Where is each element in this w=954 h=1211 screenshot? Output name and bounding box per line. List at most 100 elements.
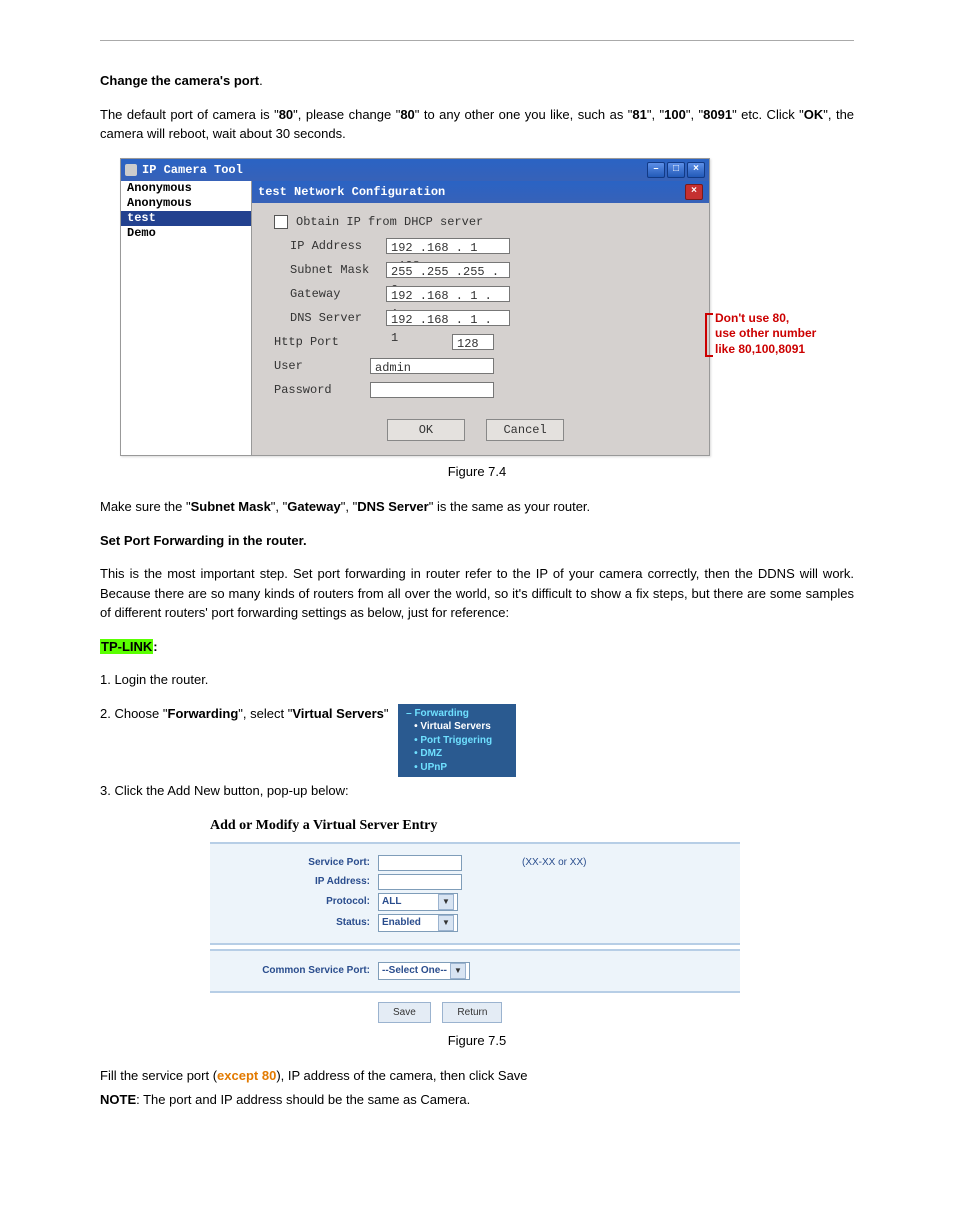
t: :: [153, 639, 157, 654]
t: " is the same as your router.: [429, 499, 590, 514]
paragraph: Make sure the "Subnet Mask", "Gateway", …: [100, 497, 854, 517]
t: ": [384, 706, 389, 721]
t: 100: [664, 107, 686, 122]
t: Virtual Servers: [292, 706, 384, 721]
step-2: 2. Choose "Forwarding", select "Virtual …: [100, 706, 392, 721]
t: Gateway: [287, 499, 340, 514]
forwarding-menu: – Forwarding • Virtual Servers • Port Tr…: [398, 704, 516, 778]
cancel-button[interactable]: Cancel: [486, 419, 564, 441]
t: : The port and IP address should be the …: [136, 1092, 470, 1107]
t: OK: [804, 107, 824, 122]
figure-7-5-caption: Figure 7.5: [100, 1031, 854, 1051]
dialog-titlebar[interactable]: test Network Configuration ×: [252, 181, 709, 203]
t: 2. Choose ": [100, 706, 168, 721]
menu-item-virtual-servers[interactable]: • Virtual Servers: [406, 720, 510, 734]
section1-heading: Change the camera's port: [100, 73, 259, 88]
t: DNS Server: [357, 499, 429, 514]
t: NOTE: [100, 1092, 136, 1107]
t: The default port of camera is ": [100, 107, 279, 122]
section3-heading: Set Port Forwarding in the router.: [100, 531, 854, 551]
port-annotation: Don't use 80, use other number like 80,1…: [715, 311, 835, 358]
device-list[interactable]: Anonymous Anonymous test Demo: [121, 181, 252, 455]
list-item[interactable]: Demo: [121, 226, 251, 241]
status-select[interactable]: Enabled ▼: [378, 914, 458, 932]
step-1: 1. Login the router.: [100, 670, 854, 690]
ip-camera-tool-window: IP Camera Tool – □ × Anonymous Anonymous…: [120, 158, 710, 456]
ok-button[interactable]: OK: [387, 419, 465, 441]
t: ", ": [647, 107, 664, 122]
menu-item-dmz[interactable]: • DMZ: [406, 747, 510, 761]
t: 80: [279, 107, 293, 122]
ip-input[interactable]: 192 .168 . 1 .128: [386, 238, 510, 254]
service-port-input[interactable]: [378, 855, 462, 871]
dialog-title: test Network Configuration: [258, 183, 445, 201]
t: 80: [400, 107, 414, 122]
mask-label: Subnet Mask: [290, 261, 386, 279]
list-item[interactable]: Anonymous: [121, 181, 251, 196]
mask-input[interactable]: 255 .255 .255 . 0: [386, 262, 510, 278]
menu-item-upnp[interactable]: • UPnP: [406, 761, 510, 775]
t: ALL: [382, 894, 401, 909]
gateway-input[interactable]: 192 .168 . 1 . 1: [386, 286, 510, 302]
port-label: Http Port: [274, 333, 370, 351]
list-item[interactable]: Anonymous: [121, 196, 251, 211]
common-service-port-select[interactable]: --Select One--▼: [378, 962, 470, 980]
t: Make sure the ": [100, 499, 191, 514]
t: " to any other one you like, such as ": [415, 107, 633, 122]
dns-input[interactable]: 192 .168 . 1 . 1: [386, 310, 510, 326]
app-icon: [125, 164, 137, 176]
t: ), IP address of the camera, then click …: [276, 1068, 527, 1083]
password-input[interactable]: [370, 382, 494, 398]
status-label: Status:: [210, 915, 378, 930]
t: Subnet Mask: [191, 499, 271, 514]
http-port-input[interactable]: 128: [452, 334, 494, 350]
service-port-label: Service Port:: [210, 855, 378, 870]
window-titlebar[interactable]: IP Camera Tool – □ ×: [121, 159, 709, 181]
virtual-server-form: Add or Modify a Virtual Server Entry Ser…: [210, 815, 740, 1025]
t: ", ": [341, 499, 357, 514]
close-button[interactable]: ×: [687, 162, 705, 178]
protocol-select[interactable]: ALL ▼: [378, 893, 458, 911]
t: Fill the service port (: [100, 1068, 217, 1083]
tail-note: NOTE: The port and IP address should be …: [100, 1090, 854, 1110]
gateway-label: Gateway: [290, 285, 386, 303]
intro-paragraph: The default port of camera is "80", plea…: [100, 105, 854, 144]
maximize-button[interactable]: □: [667, 162, 685, 178]
step-3: 3. Click the Add New button, pop-up belo…: [100, 781, 854, 801]
csp-label: Common Service Port:: [210, 963, 378, 978]
password-label: Password: [274, 381, 370, 399]
t: Enabled: [382, 915, 421, 930]
dhcp-label: Obtain IP from DHCP server: [296, 213, 483, 231]
t: ", select ": [238, 706, 292, 721]
dns-label: DNS Server: [290, 309, 386, 327]
t: Forwarding: [414, 708, 468, 719]
minimize-button[interactable]: –: [647, 162, 665, 178]
t: ", ": [686, 107, 703, 122]
close-icon[interactable]: ×: [685, 184, 703, 200]
network-config-dialog: test Network Configuration × Obtain IP f…: [252, 181, 709, 455]
t: Don't use 80,: [715, 311, 835, 327]
list-item[interactable]: test: [121, 211, 251, 226]
chevron-down-icon: ▼: [450, 963, 466, 979]
t: 8091: [703, 107, 732, 122]
menu-item-port-triggering[interactable]: • Port Triggering: [406, 734, 510, 748]
return-button[interactable]: Return: [442, 1002, 502, 1023]
save-button[interactable]: Save: [378, 1002, 431, 1023]
window-title: IP Camera Tool: [142, 161, 243, 179]
tp-link-label: TP-LINK: [100, 639, 153, 654]
chevron-down-icon: ▼: [438, 894, 454, 910]
protocol-label: Protocol:: [210, 894, 378, 909]
chevron-down-icon: ▼: [438, 915, 454, 931]
user-input[interactable]: admin: [370, 358, 494, 374]
ip-address-label: IP Address:: [210, 874, 378, 889]
t: except 80: [217, 1068, 276, 1083]
service-port-hint: (XX-XX or XX): [522, 855, 586, 870]
vs-title: Add or Modify a Virtual Server Entry: [210, 815, 740, 836]
t: like 80,100,8091: [715, 342, 835, 358]
t: ", please change ": [293, 107, 400, 122]
ip-label: IP Address: [290, 237, 386, 255]
t: --Select One--: [382, 963, 447, 978]
figure-7-4-caption: Figure 7.4: [100, 462, 854, 482]
ip-address-input[interactable]: [378, 874, 462, 890]
dhcp-checkbox[interactable]: [274, 215, 288, 229]
